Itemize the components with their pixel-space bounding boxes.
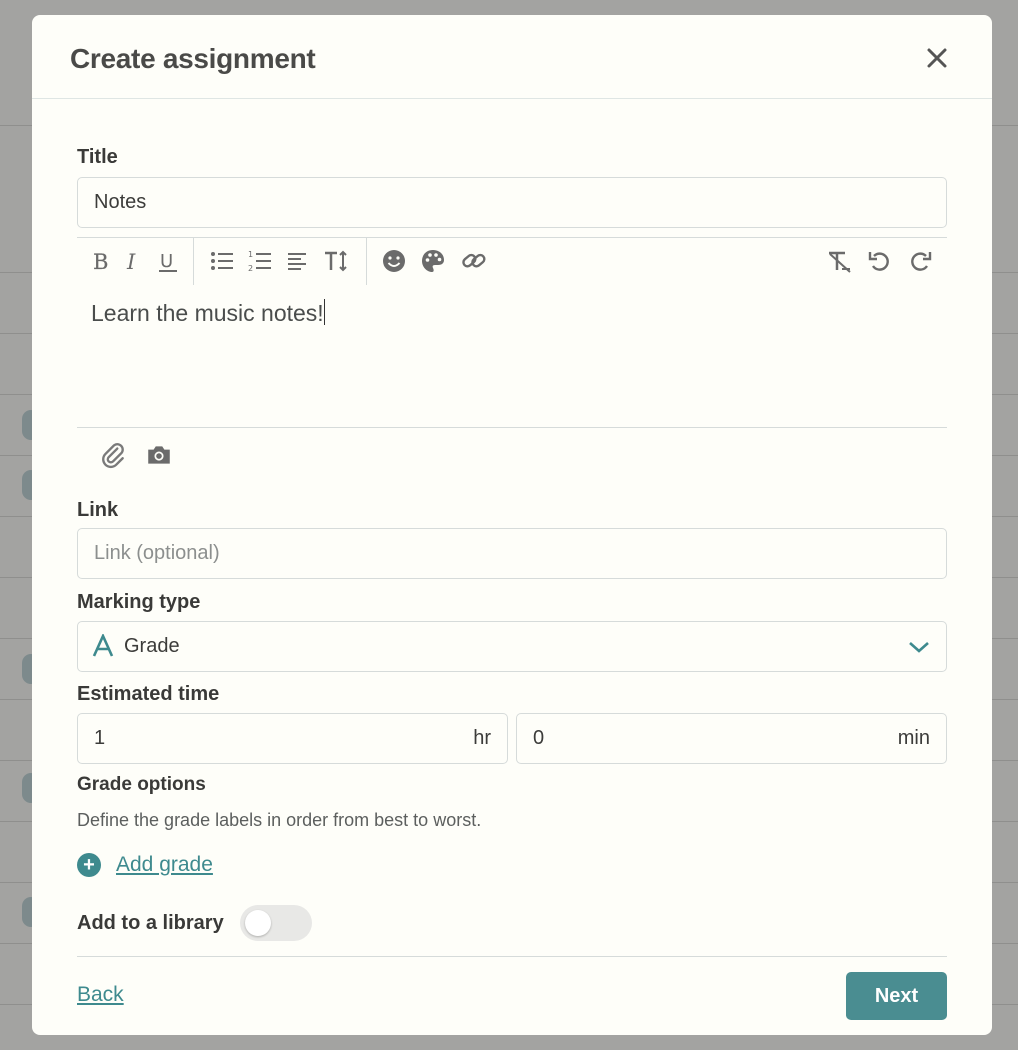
- footer-divider: [77, 956, 947, 957]
- grade-options-help: Define the grade labels in order from be…: [77, 810, 482, 830]
- create-assignment-dialog: Create assignment Title Notes B I U 1 2 …: [32, 15, 992, 1035]
- marking-type-value: Grade: [124, 635, 180, 657]
- text-size-button[interactable]: [321, 246, 351, 276]
- minutes-unit: min: [897, 727, 930, 749]
- numbered-list-button[interactable]: 12: [245, 246, 275, 276]
- underline-icon: U: [159, 251, 177, 272]
- link-input[interactable]: Link (optional): [77, 528, 947, 579]
- text-size-icon: [325, 250, 347, 272]
- svg-text:1: 1: [248, 250, 253, 259]
- emoji-icon: [383, 250, 405, 272]
- palette-icon: [422, 250, 444, 272]
- grade-options-label: Grade options: [77, 774, 206, 795]
- grade-letter-icon: [92, 634, 114, 657]
- svg-text:I: I: [126, 250, 136, 274]
- undo-button[interactable]: [865, 246, 895, 276]
- redo-icon: [911, 252, 932, 271]
- close-icon: [927, 48, 947, 68]
- bold-button[interactable]: B: [87, 246, 117, 276]
- clear-format-icon: [829, 251, 851, 273]
- bold-icon: B: [93, 250, 109, 274]
- underline-button[interactable]: U: [153, 246, 183, 276]
- editor-divider: [77, 427, 947, 428]
- svg-text:B: B: [93, 250, 108, 274]
- description-editor[interactable]: Learn the music notes!: [91, 299, 325, 327]
- minutes-value: 0: [533, 727, 545, 749]
- estimated-time-label: Estimated time: [77, 683, 220, 705]
- bullet-list-button[interactable]: [207, 246, 237, 276]
- hours-value: 1: [94, 727, 106, 749]
- attach-file-button[interactable]: [99, 441, 129, 471]
- add-to-library-toggle[interactable]: [239, 905, 312, 941]
- link-label: Link: [77, 499, 119, 521]
- chevron-down-icon: [909, 642, 929, 653]
- add-to-library-row: Add to a library: [77, 905, 312, 941]
- align-button[interactable]: [283, 246, 313, 276]
- dialog-header: Create assignment: [32, 15, 992, 99]
- back-link[interactable]: Back: [77, 983, 124, 1007]
- emoji-button[interactable]: [379, 246, 409, 276]
- add-to-library-label: Add to a library: [77, 911, 224, 934]
- marking-type-label: Marking type: [77, 591, 201, 613]
- link-button[interactable]: [459, 246, 489, 276]
- title-input[interactable]: Notes: [77, 177, 947, 228]
- next-button[interactable]: Next: [846, 972, 947, 1020]
- minutes-input[interactable]: 0 min: [516, 713, 947, 764]
- add-grade-button[interactable]: + Add grade: [77, 853, 213, 877]
- camera-icon: [148, 446, 170, 464]
- align-icon: [288, 253, 306, 270]
- add-grade-label: Add grade: [116, 853, 213, 876]
- toolbar-divider: [193, 238, 194, 285]
- toolbar-divider: [366, 238, 367, 285]
- bullet-list-icon: [211, 252, 233, 270]
- numbered-list-icon: 12: [248, 250, 271, 273]
- toggle-knob: [244, 910, 271, 936]
- paperclip-icon: [102, 443, 124, 469]
- plus-circle-icon: +: [77, 853, 101, 877]
- hours-unit: hr: [473, 727, 491, 749]
- italic-button[interactable]: I: [119, 246, 149, 276]
- svg-text:U: U: [160, 251, 173, 272]
- undo-icon: [868, 252, 889, 271]
- redo-button[interactable]: [905, 246, 935, 276]
- dialog-title: Create assignment: [70, 43, 316, 74]
- title-label: Title: [77, 146, 118, 168]
- clear-format-button[interactable]: [824, 246, 854, 276]
- color-button[interactable]: [418, 246, 448, 276]
- link-icon: [462, 253, 486, 268]
- editor-toolbar: B I U 12: [77, 237, 947, 285]
- marking-type-select[interactable]: Grade: [77, 621, 947, 672]
- close-button[interactable]: [924, 45, 950, 71]
- italic-icon: I: [126, 250, 136, 274]
- attach-photo-button[interactable]: [145, 441, 175, 471]
- editor-content: Learn the music notes!: [91, 300, 324, 326]
- text-caret: [323, 299, 325, 325]
- svg-text:2: 2: [248, 264, 253, 273]
- hours-input[interactable]: 1 hr: [77, 713, 508, 764]
